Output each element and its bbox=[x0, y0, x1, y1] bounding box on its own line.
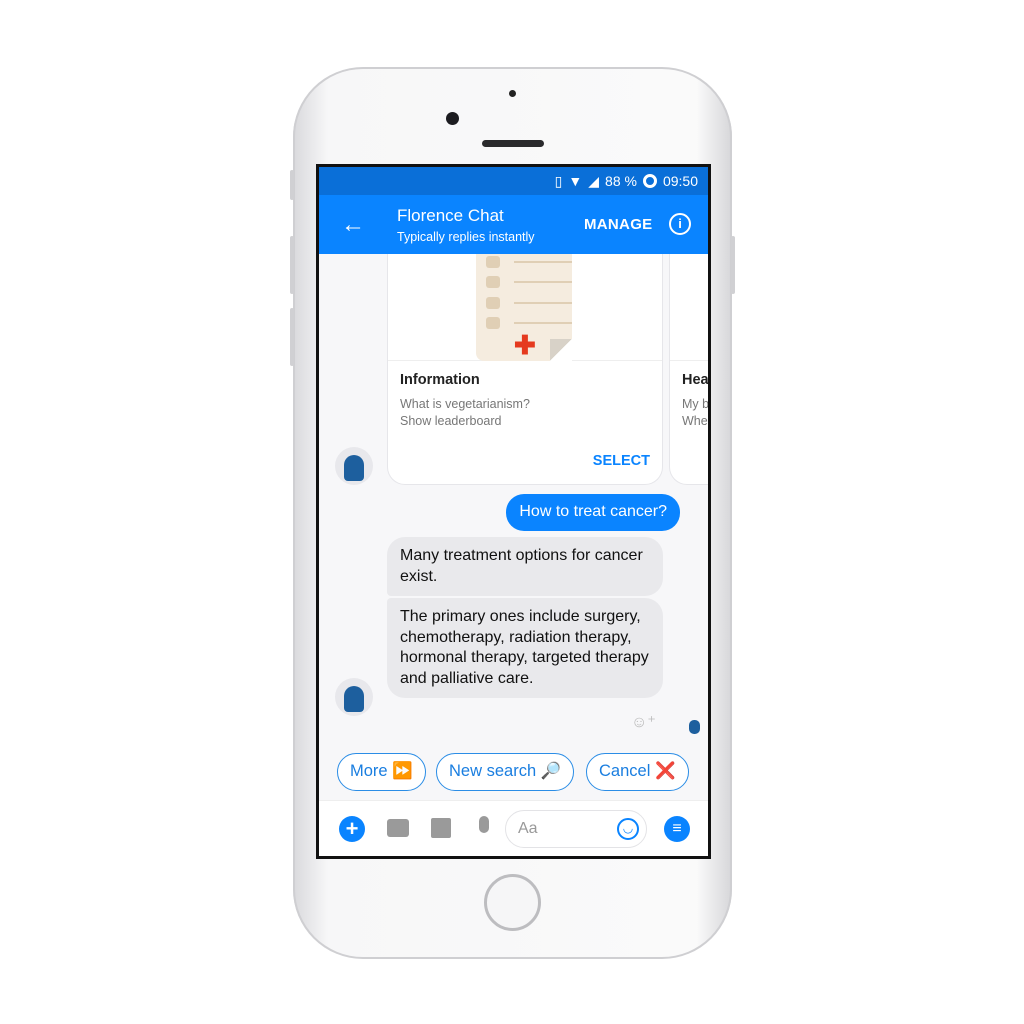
card-title: Information bbox=[400, 372, 480, 388]
microphone-icon[interactable] bbox=[479, 816, 489, 833]
home-button[interactable] bbox=[484, 874, 541, 931]
screen: ✚ Information What is vegetarianism? Sho… bbox=[316, 164, 711, 859]
sensor bbox=[509, 90, 516, 97]
select-button[interactable]: SELECT bbox=[593, 453, 650, 469]
plus-icon[interactable]: + bbox=[339, 816, 365, 842]
image-icon[interactable] bbox=[431, 818, 451, 838]
signal-icon: ◢ bbox=[588, 172, 600, 189]
bot-message: Many treatment options for cancer exist. bbox=[387, 537, 663, 596]
status-bar: ▯ ▼ ◢ 88 % 09:50 bbox=[319, 167, 708, 195]
wifi-icon: ▼ bbox=[568, 173, 583, 189]
card-image: ✚ bbox=[388, 254, 662, 361]
card-line: Whe bbox=[682, 414, 708, 428]
user-message: How to treat cancer? bbox=[506, 494, 680, 531]
bot-avatar bbox=[335, 447, 373, 485]
composer-bar: + Aa ◡ ≡ bbox=[319, 800, 708, 856]
emoji-icon[interactable]: ◡ bbox=[617, 818, 639, 840]
card-title: Hea bbox=[682, 372, 708, 388]
chat-header: ← Florence Chat Typically replies instan… bbox=[319, 195, 708, 254]
vibrate-icon: ▯ bbox=[554, 172, 563, 189]
carousel-card: Hea My b Whe bbox=[669, 254, 708, 485]
info-icon[interactable]: i bbox=[669, 213, 691, 235]
chat-title: Florence Chat bbox=[397, 206, 504, 225]
back-arrow-icon[interactable]: ← bbox=[341, 211, 365, 239]
bot-message: The primary ones include surgery, chemot… bbox=[387, 598, 663, 698]
power-button bbox=[731, 236, 735, 294]
volume-up-button bbox=[290, 236, 294, 294]
menu-icon[interactable]: ≡ bbox=[664, 816, 690, 842]
card-line: Show leaderboard bbox=[400, 414, 502, 428]
camera-icon[interactable] bbox=[387, 819, 409, 837]
bot-avatar bbox=[335, 678, 373, 716]
quick-reply-more[interactable]: More ⏩ bbox=[337, 753, 426, 791]
earpiece bbox=[482, 140, 544, 147]
card-line: My b bbox=[682, 397, 708, 411]
mute-switch bbox=[290, 170, 294, 200]
clock: 09:50 bbox=[662, 173, 698, 189]
battery-level: 88 % bbox=[605, 173, 637, 189]
card-line: What is vegetarianism? bbox=[400, 397, 530, 411]
volume-down-button bbox=[290, 308, 294, 366]
quick-reply-new-search[interactable]: New search 🔎 bbox=[436, 753, 575, 791]
carousel-card: ✚ Information What is vegetarianism? Sho… bbox=[387, 254, 663, 485]
quick-reply-cancel[interactable]: Cancel ❌ bbox=[586, 753, 689, 791]
manage-button[interactable]: MANAGE bbox=[584, 216, 652, 233]
add-reaction-icon[interactable]: ☺⁺ bbox=[631, 712, 656, 732]
medical-document-icon: ✚ bbox=[476, 254, 572, 361]
front-camera bbox=[446, 112, 459, 125]
battery-icon bbox=[642, 174, 657, 188]
read-receipt-avatar bbox=[689, 720, 700, 734]
chat-subtitle: Typically replies instantly bbox=[397, 230, 535, 244]
